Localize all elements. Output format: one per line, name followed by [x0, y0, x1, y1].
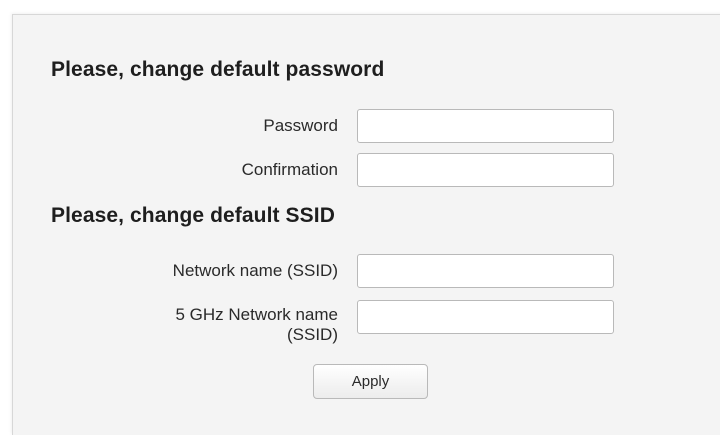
ssid5-label-line1: 5 GHz Network name: [175, 305, 339, 324]
ssid-label: Network name (SSID): [172, 261, 338, 280]
ssid5-label: 5 GHz Network name (SSID): [38, 305, 339, 345]
password-label: Password: [263, 116, 338, 135]
password-section-title: Please, change default password: [51, 58, 385, 81]
apply-button[interactable]: Apply: [313, 364, 428, 399]
ssid-section-title: Please, change default SSID: [51, 204, 335, 227]
password-input[interactable]: [357, 109, 614, 143]
ssid5-input[interactable]: [357, 300, 614, 334]
confirmation-input[interactable]: [357, 153, 614, 187]
confirmation-label: Confirmation: [241, 160, 338, 179]
ssid5-label-line2: (SSID): [287, 325, 338, 344]
ssid-input[interactable]: [357, 254, 614, 288]
